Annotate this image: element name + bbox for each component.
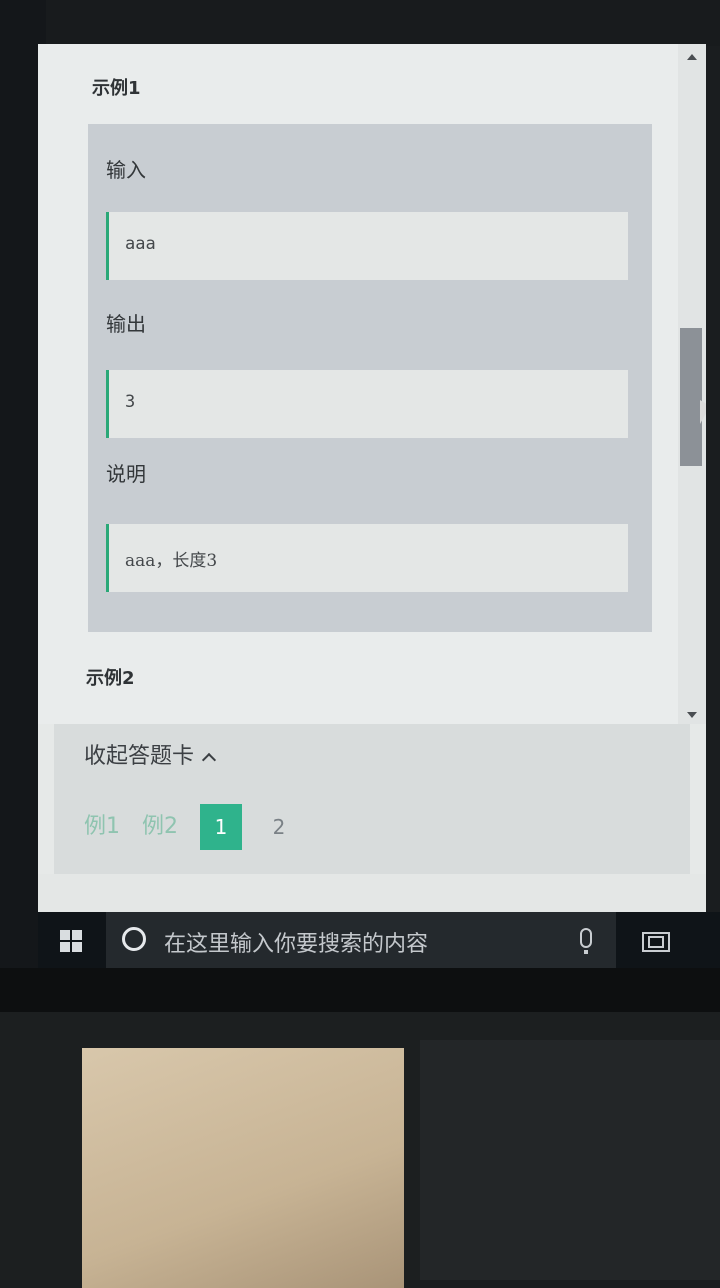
output-block: 3 xyxy=(106,370,628,438)
mouse-cursor-icon xyxy=(700,400,706,424)
example-2-title: 示例2 xyxy=(86,668,135,689)
taskbar-search-placeholder: 在这里输入你要搜索的内容 xyxy=(164,932,429,957)
windows-start-icon[interactable] xyxy=(60,930,82,952)
output-value: 3 xyxy=(125,392,136,412)
microphone-icon[interactable] xyxy=(580,928,592,948)
paper-sheet xyxy=(82,1048,404,1288)
input-block: aaa xyxy=(106,212,628,280)
input-value: aaa xyxy=(125,234,156,254)
collapse-answer-card-label: 收起答题卡 xyxy=(84,744,195,769)
microphone-stand xyxy=(584,950,588,954)
answer-card-panel: 收起答题卡 例1 例2 1 2 xyxy=(54,724,690,874)
screen: 示例1 输入 aaa 输出 3 说明 aaa，长度3 示例2 收起答题卡 例1 … xyxy=(38,44,706,912)
example-1-card: 输入 aaa 输出 3 说明 aaa，长度3 xyxy=(88,124,652,632)
windows-taskbar: 在这里输入你要搜索的内容 xyxy=(38,912,720,970)
problem-content: 示例1 输入 aaa 输出 3 说明 aaa，长度3 示例2 xyxy=(38,44,678,724)
example-1-title: 示例1 xyxy=(92,78,141,99)
collapse-answer-card-toggle[interactable]: 收起答题卡 xyxy=(84,738,217,770)
monitor-bezel-top xyxy=(0,0,720,46)
answer-card-item-example-1[interactable]: 例1 xyxy=(84,808,120,840)
input-label: 输入 xyxy=(106,158,146,182)
scroll-down-arrow-icon[interactable] xyxy=(687,712,697,718)
taskbar-search-box[interactable]: 在这里输入你要搜索的内容 xyxy=(106,912,616,970)
task-view-icon[interactable] xyxy=(642,932,670,952)
monitor-bezel-bottom xyxy=(0,968,720,1012)
answer-card-item-example-2[interactable]: 例2 xyxy=(142,808,178,840)
output-label: 输出 xyxy=(106,312,146,336)
explain-label: 说明 xyxy=(106,462,146,486)
answer-card-item-2[interactable]: 2 xyxy=(258,804,300,850)
screen-bottom-strip xyxy=(38,874,706,912)
chevron-up-icon xyxy=(201,752,217,768)
answer-card-item-1[interactable]: 1 xyxy=(200,804,242,850)
desk-object xyxy=(420,1040,720,1280)
explain-value: aaa，长度3 xyxy=(125,551,218,571)
cortana-icon[interactable] xyxy=(122,927,146,951)
vertical-scrollbar[interactable] xyxy=(678,44,706,724)
scroll-up-arrow-icon[interactable] xyxy=(687,54,697,60)
scroll-thumb[interactable] xyxy=(680,328,702,466)
explain-block: aaa，长度3 xyxy=(106,524,628,592)
